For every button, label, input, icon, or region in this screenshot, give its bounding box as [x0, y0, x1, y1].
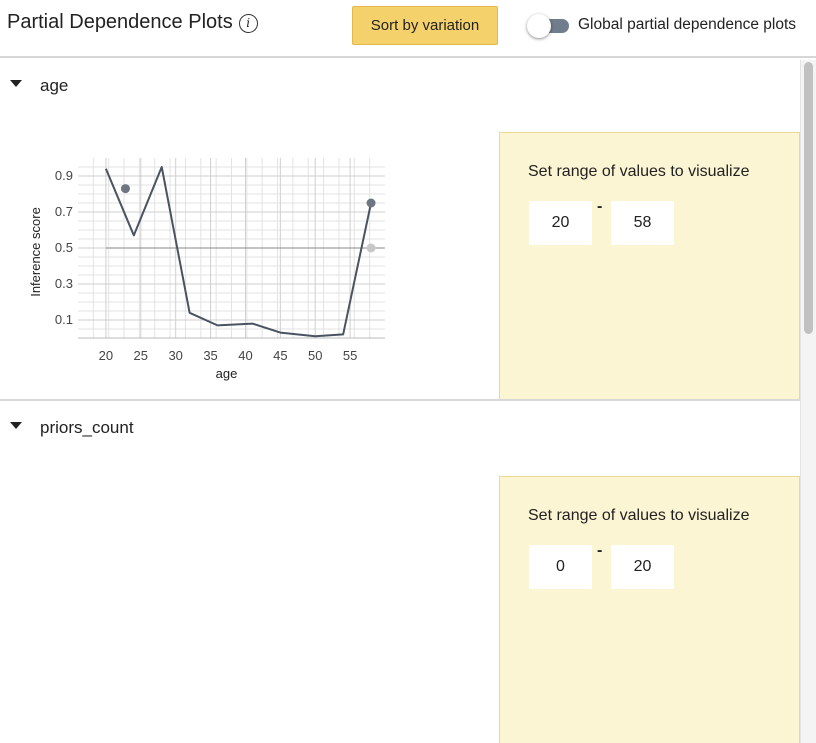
- x-axis-label: age: [216, 366, 238, 381]
- x-tick-label: 50: [308, 348, 322, 363]
- range-separator: -: [597, 542, 603, 559]
- sort-by-variation-button[interactable]: Sort by variation: [352, 6, 498, 45]
- data-point-marker: [366, 198, 376, 208]
- section-divider: [0, 399, 800, 401]
- y-axis-label: Inference score: [28, 207, 43, 297]
- header: Partial Dependence Plots i Sort by variat…: [0, 0, 816, 58]
- range-min-input[interactable]: [529, 545, 592, 589]
- range-separator: -: [597, 198, 603, 215]
- x-tick-label: 25: [134, 348, 148, 363]
- global-pdp-toggle[interactable]: [527, 14, 571, 38]
- x-tick-label: 20: [99, 348, 113, 363]
- range-title: Set range of values to visualize: [528, 163, 750, 180]
- x-tick-label: 55: [343, 348, 357, 363]
- range-panel-age: Set range of values to visualize: [499, 132, 800, 400]
- y-tick-label: 0.3: [55, 276, 73, 291]
- range-title: Set range of values to visualize: [528, 507, 750, 524]
- y-tick-label: 0.7: [55, 204, 73, 219]
- global-pdp-toggle-label: Global partial dependence plots: [578, 16, 797, 33]
- plots-list: age 0.1 0.3 0.5 0.7 0.9 20 25 30 35 40 45 50 55 age In…: [0, 60, 800, 743]
- info-icon[interactable]: i: [238, 14, 258, 33]
- range-max-input[interactable]: [611, 545, 674, 589]
- chart-plot-area: 0.1 0.3 0.5 0.7 0.9 20 25 30 35 40 45 50 55 age Infere…: [28, 158, 385, 381]
- feature-section-age: age 0.1 0.3 0.5 0.7 0.9 20 25 30 35 40 45 50 55 age In…: [0, 60, 800, 400]
- page-title: Partial Dependence Plots i: [7, 11, 258, 34]
- x-tick-label: 45: [273, 348, 287, 363]
- pdp-chart-age: 0.1 0.3 0.5 0.7 0.9 20 25 30 35 40 45 50 55 age Infere…: [28, 158, 385, 381]
- data-point-marker: [120, 184, 130, 194]
- y-tick-label: 0.9: [55, 168, 73, 183]
- y-tick-label: 0.1: [55, 312, 73, 327]
- toggle-thumb: [527, 14, 551, 38]
- x-tick-label: 40: [238, 348, 252, 363]
- scrollbar-thumb[interactable]: [804, 62, 813, 334]
- data-point-marker: [366, 243, 376, 253]
- y-tick-label: 0.5: [55, 240, 73, 255]
- range-max-input[interactable]: [611, 201, 674, 245]
- range-panel-priors-count: Set range of values to visualize: [499, 476, 800, 743]
- feature-section-priors-count: priors_count 0.10.30.50.70.9024681012141…: [0, 402, 800, 743]
- range-min-input[interactable]: [529, 201, 592, 245]
- vertical-scrollbar[interactable]: [800, 60, 816, 743]
- page-title-text: Partial Dependence Plots: [7, 11, 233, 33]
- pdp-chart-priors-count: 0.10.30.50.70.902468101214161820priors_c…: [0, 402, 400, 743]
- x-tick-label: 30: [168, 348, 182, 363]
- x-tick-label: 35: [203, 348, 217, 363]
